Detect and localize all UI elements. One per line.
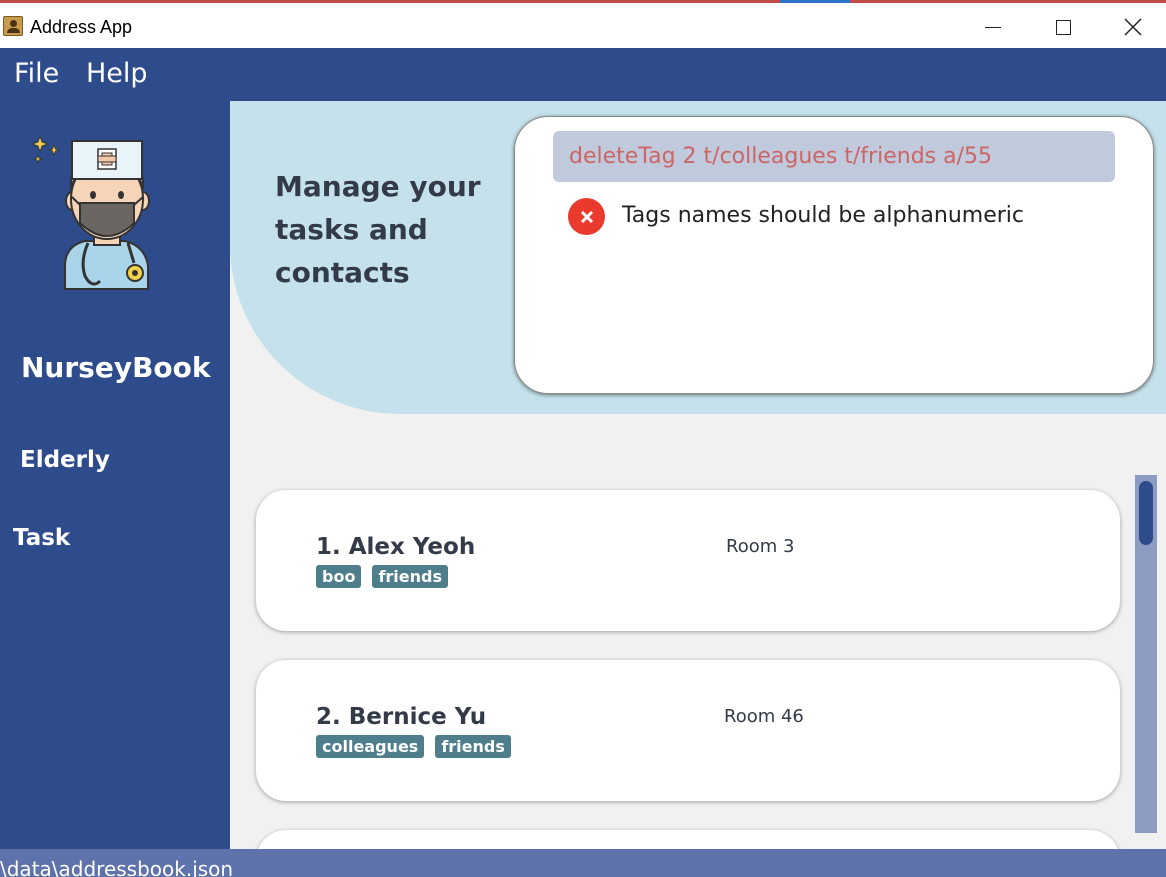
tag: colleagues [316,735,425,758]
list-item[interactable]: 2. Bernice Yu Room 46 colleagues friends [256,660,1120,801]
tag: friends [372,565,448,588]
maximize-icon [1055,19,1071,35]
save-location: \data\addressbook.json [0,857,234,877]
minimize-button[interactable] [970,9,1016,45]
status-bar: \data\addressbook.json [0,849,1166,877]
app-window: Address App File Help NurseyBook Elderly… [0,0,1166,877]
tag: boo [316,565,362,588]
error-x-icon [580,210,593,223]
maximize-button[interactable] [1040,9,1086,45]
scrollbar-thumb[interactable] [1139,481,1153,545]
person-room: Room 3 [726,536,795,557]
title-bar[interactable]: Address App [0,0,1166,48]
menu-bar: File Help [0,48,1166,101]
close-button[interactable] [1110,9,1156,45]
menu-file[interactable]: File [14,58,59,89]
tag-list: colleagues friends [316,735,511,758]
tagline: Manage your tasks and contacts [275,170,481,289]
sidebar: NurseyBook Elderly Task [0,101,230,849]
address-book-icon [3,16,23,36]
nurse-avatar-icon [30,134,150,290]
person-room: Room 46 [724,706,804,727]
sidebar-item-task[interactable]: Task [13,525,70,551]
person-name: 2. Bernice Yu [316,704,487,730]
window-title: Address App [30,17,133,37]
person-name: 1. Alex Yeoh [316,534,476,560]
minimize-icon [985,26,1001,28]
app-brand: NurseyBook [21,351,211,384]
command-input[interactable] [553,131,1115,182]
error-circle-icon [568,198,605,235]
close-icon [1124,18,1142,36]
menu-help[interactable]: Help [86,58,148,89]
sidebar-item-elderly[interactable]: Elderly [20,447,110,473]
tag: friends [435,735,511,758]
tag-list: boo friends [316,565,448,588]
list-scrollbar[interactable] [1135,475,1157,833]
taskbar-accent [780,0,850,3]
command-panel: Tags names should be alphanumeric [514,116,1154,394]
result-message: Tags names should be alphanumeric [622,203,1025,228]
list-item[interactable]: 1. Alex Yeoh Room 3 boo friends [256,490,1120,631]
